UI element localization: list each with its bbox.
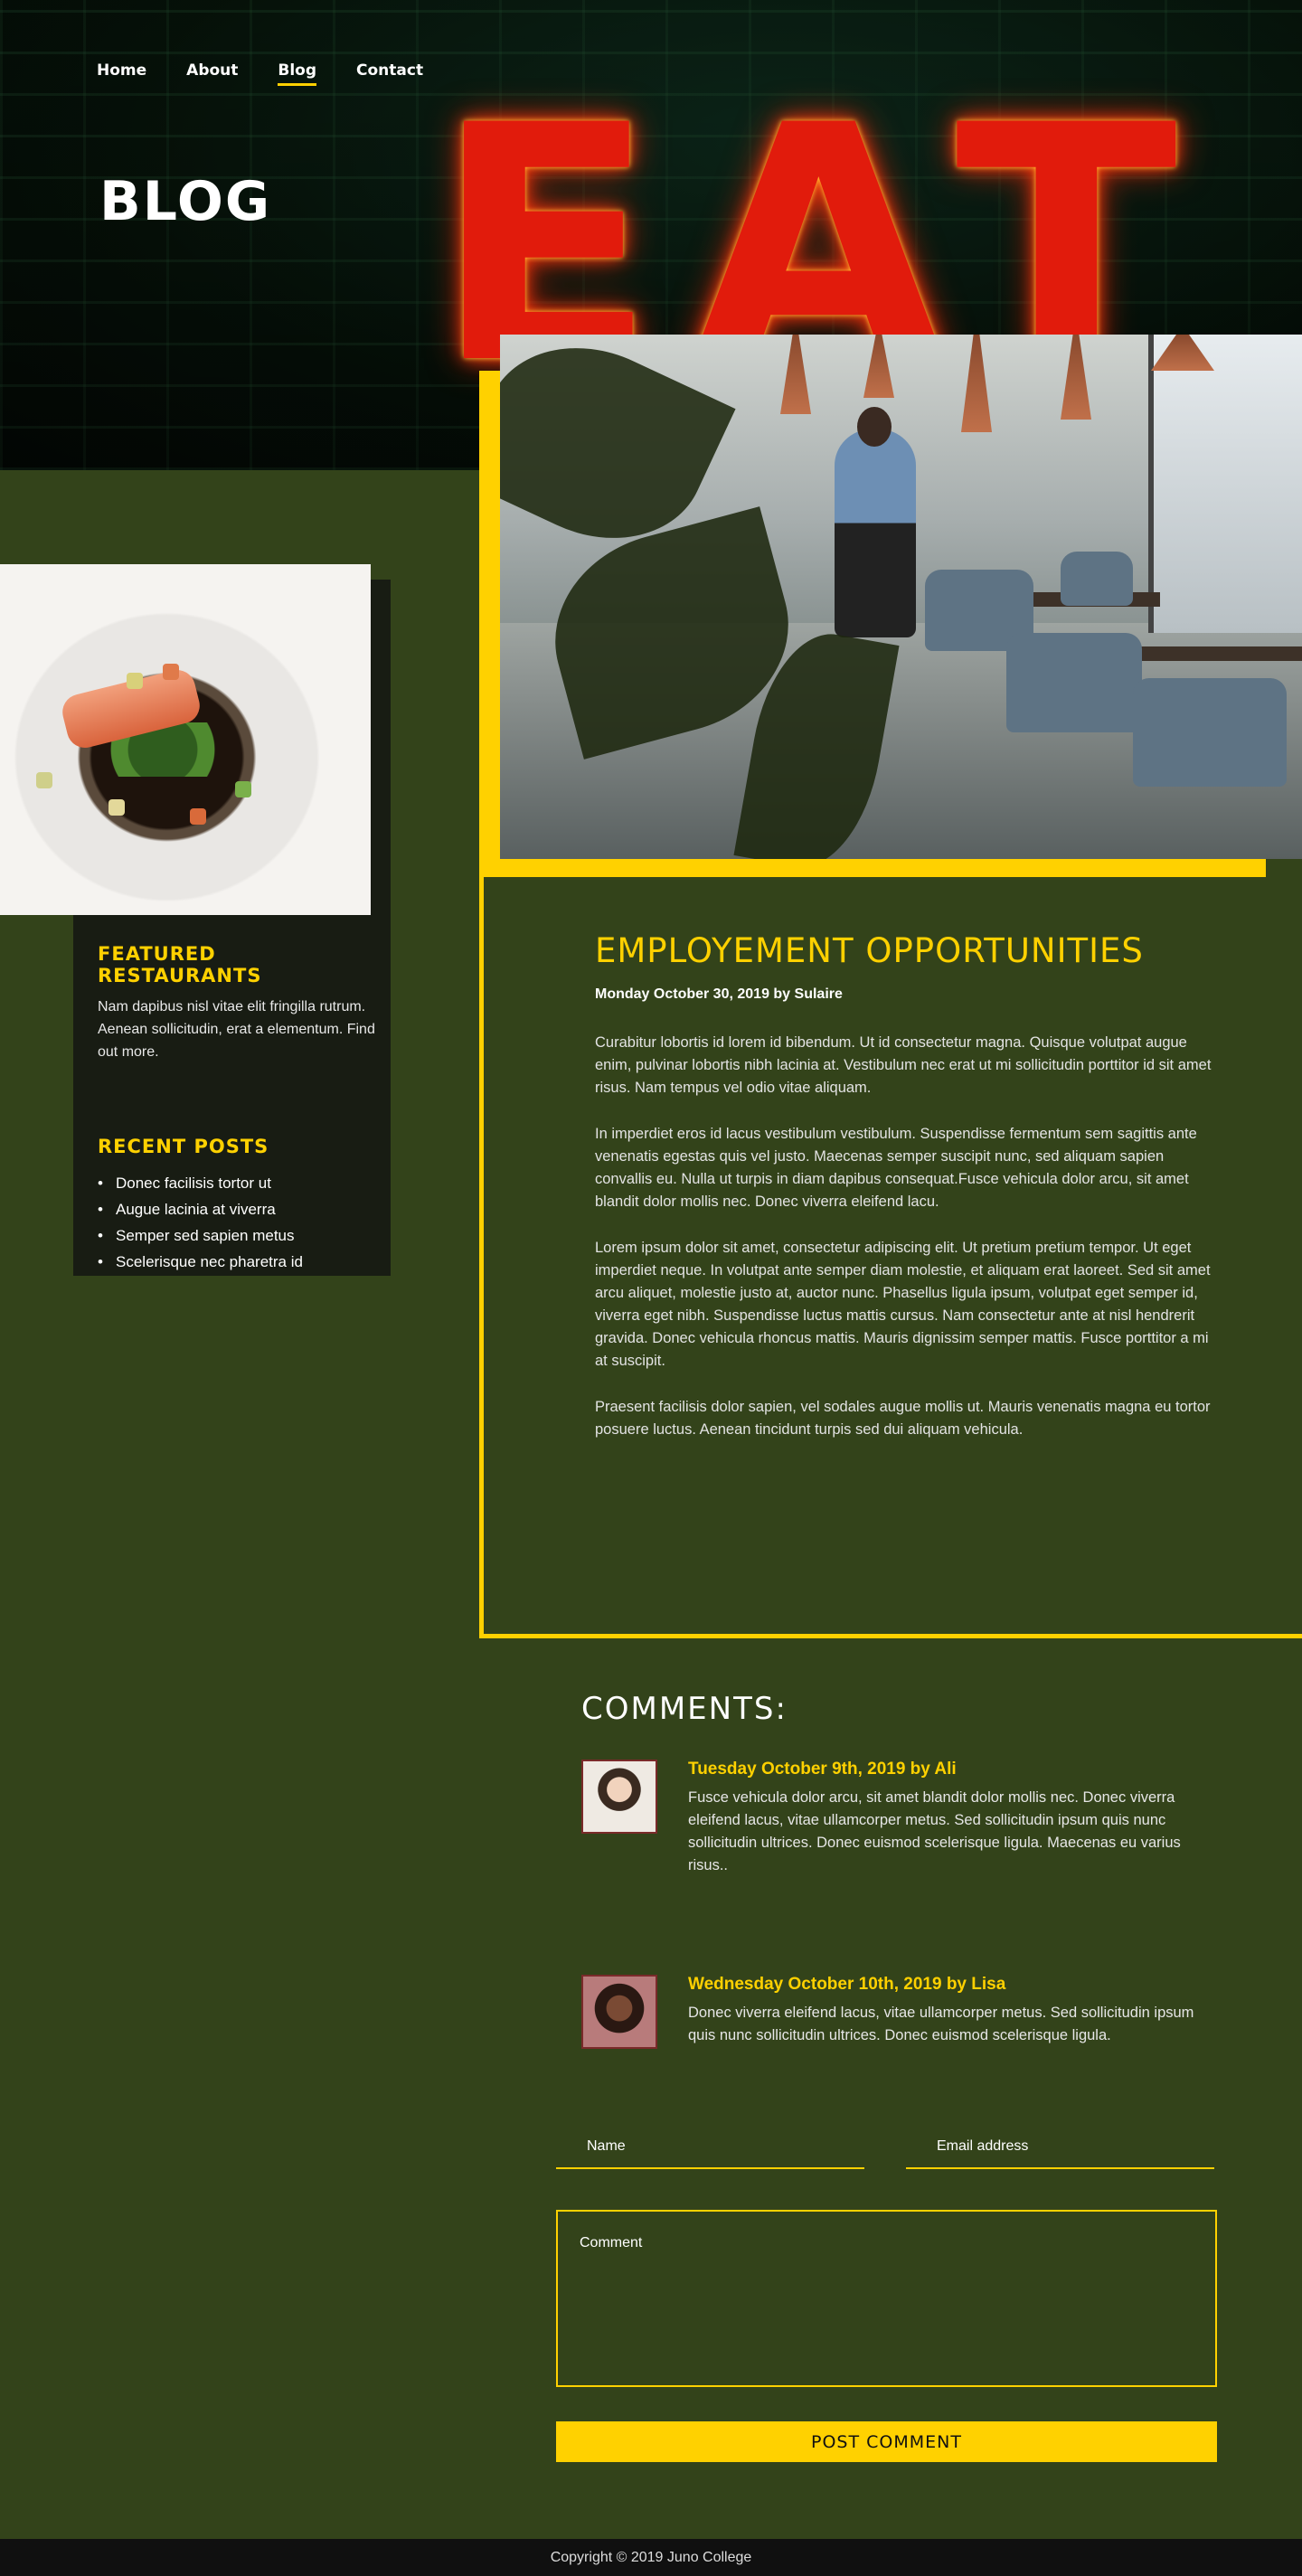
photo-lamp <box>961 335 992 432</box>
article-paragraph: In imperdiet eros id lacus vestibulum ve… <box>595 1126 1197 1210</box>
comment-meta: Wednesday October 10th, 2019 by Lisa <box>688 1975 1006 1994</box>
restaurant-interior-image <box>500 335 1302 859</box>
dish-vegetable <box>190 808 206 825</box>
email-field <box>906 2126 1214 2169</box>
copyright-text: Copyright © 2019 Juno College <box>550 2550 752 2565</box>
salmon-dish-image <box>0 564 371 915</box>
nav-home-link[interactable]: Home <box>97 61 146 86</box>
comments-section: COMMENTS: Tuesday October 9th, 2019 by A… <box>581 1691 1214 2049</box>
photo-lamp <box>780 335 811 414</box>
recent-post-link[interactable]: Semper sed sapien metus <box>98 1222 378 1249</box>
comment-text: Fusce vehicula dolor arcu, sit amet blan… <box>688 1789 1181 1873</box>
dish-vegetable <box>108 799 125 816</box>
article-paragraph: Praesent facilisis dolor sapien, vel sod… <box>595 1399 1211 1438</box>
photo-waiter <box>835 429 916 637</box>
photo-lamp <box>863 335 894 398</box>
email-input[interactable] <box>906 2126 1214 2167</box>
photo-window <box>1148 335 1302 633</box>
nav-about-link[interactable]: About <box>186 61 238 86</box>
photo-waiter-head <box>857 407 892 447</box>
photo-chair <box>1006 633 1142 732</box>
page-title: BLOG <box>99 170 272 233</box>
comments-heading: COMMENTS: <box>581 1691 788 1727</box>
avatar <box>581 1975 657 2049</box>
nav-contact-link[interactable]: Contact <box>356 61 423 86</box>
photo-lamp <box>1061 335 1091 420</box>
name-field <box>556 2126 864 2169</box>
main-nav: Home About Blog Contact <box>97 61 423 86</box>
dish-vegetable <box>36 772 52 788</box>
recent-post-link[interactable]: Augue lacinia at viverra <box>98 1196 378 1222</box>
featured-heading: FEATURED RESTAURANTS <box>98 943 262 986</box>
article-title: EMPLOYEMENT OPPORTUNITIES <box>595 931 1144 970</box>
dish-vegetable <box>163 664 179 680</box>
photo-chair <box>1133 678 1287 787</box>
name-input[interactable] <box>556 2126 864 2167</box>
recent-post-link[interactable]: Donec facilisis tortor ut <box>98 1170 378 1196</box>
comment-text: Donec viverra eleifend lacus, vitae ulla… <box>688 2005 1194 2043</box>
footer: Copyright © 2019 Juno College <box>0 2539 1302 2576</box>
recent-posts-heading: RECENT POSTS <box>98 1136 269 1157</box>
sidebar-content: FEATURED RESTAURANTS Nam dapibus nisl vi… <box>98 943 378 1275</box>
featured-text: Nam dapibus nisl vitae elit fringilla ru… <box>98 999 375 1060</box>
dish-vegetable <box>235 781 251 797</box>
avatar <box>581 1760 657 1834</box>
article-paragraph: Curabitur lobortis id lorem id bibendum.… <box>595 1034 1212 1096</box>
article-meta: Monday October 30, 2019 by Sulaire <box>595 986 843 1002</box>
comment-textarea[interactable] <box>558 2212 1215 2385</box>
nav-blog-link[interactable]: Blog <box>278 61 317 86</box>
recent-posts-list: Donec facilisis tortor ut Augue lacinia … <box>98 1170 378 1275</box>
blog-article: EMPLOYEMENT OPPORTUNITIES Monday October… <box>595 931 1223 1441</box>
photo-chair <box>1061 552 1133 606</box>
comment-meta: Tuesday October 9th, 2019 by Ali <box>688 1760 957 1779</box>
post-comment-button[interactable]: POST COMMENT <box>556 2421 1217 2462</box>
article-paragraph: Lorem ipsum dolor sit amet, consectetur … <box>595 1240 1211 1369</box>
dish-vegetable <box>127 673 143 689</box>
comment-field <box>556 2210 1217 2387</box>
recent-post-link[interactable]: Scelerisque nec pharetra id <box>98 1249 378 1275</box>
